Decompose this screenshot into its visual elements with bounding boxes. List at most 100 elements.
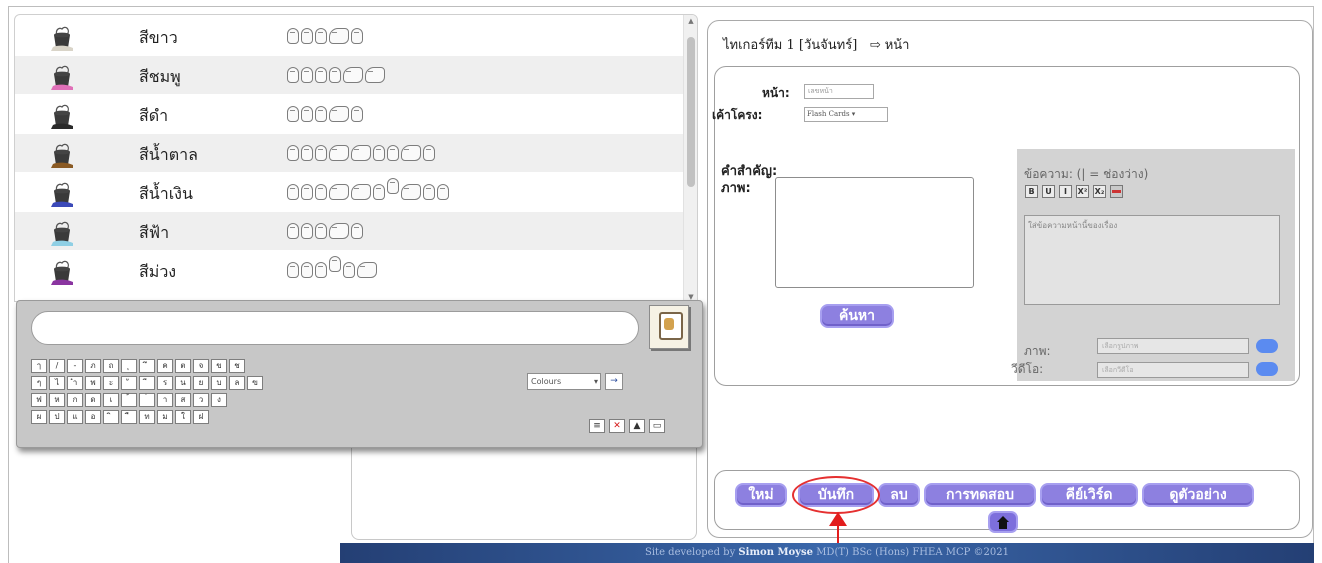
keywords-button[interactable]: คีย์เวิร์ด — [1040, 483, 1138, 507]
hand-sign-icon — [287, 67, 299, 83]
superscript-button[interactable]: X² — [1076, 185, 1089, 198]
keyboard-key[interactable]: ใ — [175, 410, 191, 424]
keyboard-key[interactable]: ๆ — [31, 376, 47, 390]
preview-button[interactable]: ดูตัวอย่าง — [1142, 483, 1254, 507]
keyboard-key[interactable]: ก — [67, 393, 83, 407]
paint-pot-icon — [49, 177, 75, 207]
keyboard-key[interactable]: ข — [211, 359, 227, 373]
hand-sign-icon — [287, 145, 299, 161]
paint-splash — [51, 123, 73, 129]
home-button[interactable] — [988, 511, 1018, 533]
keyboard-key[interactable]: า — [157, 393, 173, 407]
keyboard-key[interactable]: เ — [103, 393, 119, 407]
search-button[interactable]: ค้นหา — [820, 304, 894, 328]
keyboard-key[interactable]: ื — [121, 410, 137, 424]
keyboard-key[interactable]: บ — [211, 376, 227, 390]
keyboard-key[interactable]: ง — [211, 393, 227, 407]
keyboard-key[interactable]: ่ — [139, 393, 155, 407]
keyboard-window-button[interactable]: ▭ — [649, 419, 665, 433]
scroll-up-icon[interactable]: ▲ — [687, 17, 695, 25]
sign-list-item[interactable]: สีดำ — [15, 95, 683, 133]
bold-button[interactable]: B — [1025, 185, 1038, 198]
panel-video-label: วีดีโอ: — [1011, 362, 1044, 376]
sign-list-item[interactable]: สีน้ำเงิน — [15, 173, 683, 211]
page-text-area[interactable]: ใส่ข้อความหน้านี้ของเรื่อง — [1024, 215, 1280, 305]
keyboard-key[interactable]: ท — [139, 410, 155, 424]
sign-list-item[interactable]: สีขาว — [15, 17, 683, 55]
keyword-textarea[interactable] — [775, 177, 974, 288]
keyboard-key[interactable]: ำ — [67, 376, 83, 390]
keyboard-key[interactable]: ด — [85, 393, 101, 407]
sign-glyph-sequence — [287, 177, 449, 207]
keyboard-key[interactable]: ต — [175, 359, 191, 373]
list-scrollbar[interactable]: ▲ ▼ — [683, 15, 697, 301]
page-number-input[interactable]: เลขหน้า — [804, 84, 874, 99]
page-link[interactable]: ⇨ หน้า — [870, 38, 910, 53]
symbol-set-select[interactable]: Colours ▾ — [527, 373, 601, 390]
keyboard-up-button[interactable]: ▲ — [629, 419, 645, 433]
keyboard-key[interactable]: ภ — [85, 359, 101, 373]
keyboard-key[interactable]: ม — [157, 410, 173, 424]
keyboard-key[interactable]: / — [49, 359, 65, 373]
keyboard-key[interactable]: ฝ — [193, 410, 209, 424]
keyboard-key[interactable]: ะ — [103, 376, 119, 390]
hand-sign-icon — [343, 67, 363, 83]
sign-list-item[interactable]: สีชมพู — [15, 56, 683, 94]
image-picker-field[interactable]: เลือกรูปภาพ — [1097, 338, 1249, 354]
hand-sign-icon — [315, 145, 327, 161]
delete-button[interactable]: ลบ — [878, 483, 920, 507]
keyboard-key[interactable]: ค — [157, 359, 173, 373]
scroll-thumb[interactable] — [687, 37, 695, 187]
keyboard-key[interactable]: จ — [193, 359, 209, 373]
keyboard-key[interactable]: ุ — [121, 359, 137, 373]
keyboard-key[interactable]: ส — [175, 393, 191, 407]
sign-word-label: สีดำ — [139, 106, 169, 125]
lower-left-panel — [351, 440, 697, 540]
keyboard-key[interactable]: พ — [85, 376, 101, 390]
keyboard-key[interactable]: ๅ — [31, 359, 47, 373]
keyboard-key[interactable]: ิ — [103, 410, 119, 424]
new-button[interactable]: ใหม่ — [735, 483, 787, 507]
color-button[interactable] — [1110, 185, 1123, 198]
keyboard-key[interactable]: ย — [193, 376, 209, 390]
subscript-button[interactable]: X₂ — [1093, 185, 1106, 198]
hand-sign-icon — [287, 223, 299, 239]
italic-button[interactable]: I — [1059, 185, 1072, 198]
sign-list-item[interactable]: สีม่วง — [15, 251, 683, 289]
select-go-button[interactable]: → — [605, 373, 623, 390]
virtual-keyboard: ๅ/-ภถุึคตจขชๆไำพะัีรนยบลฃฟหกดเ้่าสวงผปแอ… — [16, 300, 703, 448]
image-picker-button[interactable] — [1256, 339, 1278, 353]
keyboard-key[interactable]: ึ — [139, 359, 155, 373]
keyboard-key[interactable]: ช — [229, 359, 245, 373]
keyboard-clear-button[interactable]: ✕ — [609, 419, 625, 433]
keyboard-key[interactable]: ห — [49, 393, 65, 407]
video-picker-field[interactable]: เลือกวีดีโอ — [1097, 362, 1249, 378]
sign-list-item[interactable]: สีน้ำตาล — [15, 134, 683, 172]
keyboard-key[interactable]: ฃ — [247, 376, 263, 390]
keyboard-key[interactable]: ้ — [121, 393, 137, 407]
keyboard-row: ฟหกดเ้่าสวง — [31, 393, 227, 407]
keyboard-key[interactable]: อ — [85, 410, 101, 424]
keyboard-key[interactable]: ว — [193, 393, 209, 407]
hand-sign-icon — [301, 106, 313, 122]
keyboard-key[interactable]: ฟ — [31, 393, 47, 407]
template-select[interactable]: Flash Cards ▾ — [804, 107, 888, 122]
keyboard-key[interactable]: ไ — [49, 376, 65, 390]
keyboard-text-input[interactable] — [31, 311, 639, 345]
keyboard-key[interactable]: ั — [121, 376, 137, 390]
sign-list-item[interactable]: สีฟ้า — [15, 212, 683, 250]
keyboard-key[interactable]: ป — [49, 410, 65, 424]
keyboard-key[interactable]: แ — [67, 410, 83, 424]
keyboard-key[interactable]: ถ — [103, 359, 119, 373]
keyboard-menu-button[interactable]: ≡ — [589, 419, 605, 433]
underline-button[interactable]: U — [1042, 185, 1055, 198]
video-picker-button[interactable] — [1256, 362, 1278, 376]
keyboard-key[interactable]: ี — [139, 376, 155, 390]
keyboard-key[interactable]: ร — [157, 376, 173, 390]
test-button[interactable]: การทดสอบ — [924, 483, 1036, 507]
keyboard-key[interactable]: ล — [229, 376, 245, 390]
keyboard-key[interactable]: - — [67, 359, 83, 373]
keyboard-key[interactable]: น — [175, 376, 191, 390]
keyboard-key[interactable]: ผ — [31, 410, 47, 424]
sign-dictionary-logo-icon[interactable] — [649, 305, 689, 349]
